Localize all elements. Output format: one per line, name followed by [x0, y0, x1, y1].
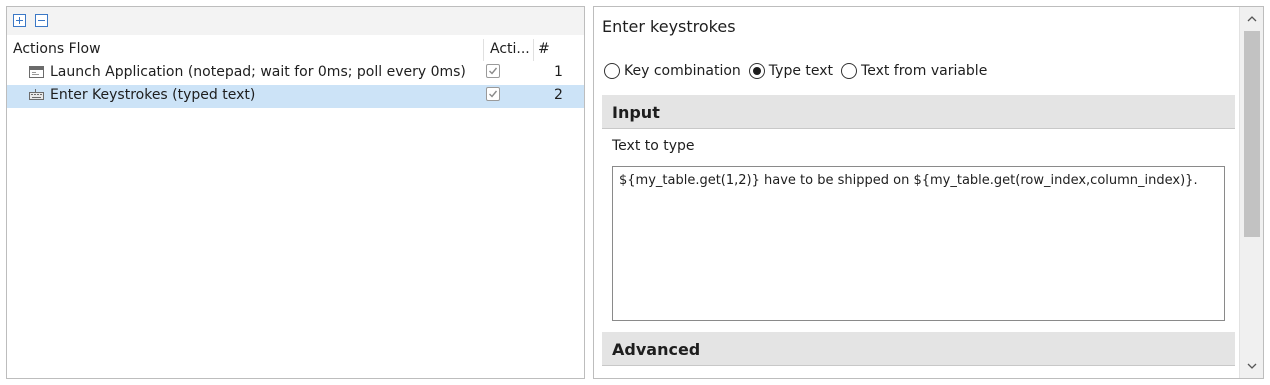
- input-mode-radio-group: Key combination Type text Text from vari…: [604, 63, 995, 79]
- radio-button[interactable]: [604, 63, 620, 79]
- tree-row-label: Enter Keystrokes (typed text): [50, 87, 256, 103]
- tree-row-number: 1: [554, 64, 563, 80]
- column-header-number[interactable]: #: [538, 41, 550, 57]
- column-divider[interactable]: [533, 39, 534, 61]
- radio-type-text[interactable]: Type text: [748, 63, 834, 79]
- application-window-icon: [29, 66, 44, 78]
- properties-panel: Enter keystrokes Key combination Type te…: [593, 6, 1264, 379]
- section-label: Input: [612, 103, 660, 122]
- actions-flow-panel: Actions Flow Acti... # Launch Applicatio…: [6, 6, 585, 379]
- tree-row-label: Launch Application (notepad; wait for 0m…: [50, 64, 466, 80]
- active-checkbox[interactable]: [486, 87, 500, 101]
- keyboard-icon: [29, 89, 44, 100]
- tree-row-launch-application[interactable]: Launch Application (notepad; wait for 0m…: [7, 62, 584, 85]
- scroll-down-icon[interactable]: [1246, 360, 1258, 372]
- column-header-actions-flow[interactable]: Actions Flow: [13, 41, 101, 57]
- text-to-type-input[interactable]: ${my_table.get(1,2)} have to be shipped …: [612, 166, 1225, 321]
- section-label: Advanced: [612, 340, 701, 359]
- column-header-active[interactable]: Acti...: [490, 41, 530, 57]
- column-divider[interactable]: [483, 39, 484, 61]
- properties-title: Enter keystrokes: [602, 17, 736, 36]
- tree-row-number: 2: [554, 87, 563, 103]
- scrollbar-thumb[interactable]: [1244, 31, 1260, 237]
- radio-button[interactable]: [748, 63, 765, 79]
- tree-toolbar: [7, 7, 584, 35]
- tree-row-enter-keystrokes[interactable]: Enter Keystrokes (typed text) 2: [7, 85, 584, 108]
- input-section-header[interactable]: Input: [602, 95, 1235, 129]
- tree-column-header: Actions Flow Acti... #: [7, 39, 584, 61]
- vertical-scrollbar[interactable]: [1239, 7, 1263, 378]
- scroll-up-icon[interactable]: [1246, 13, 1258, 25]
- active-checkbox[interactable]: [486, 64, 500, 78]
- advanced-section-header[interactable]: Advanced: [602, 332, 1235, 366]
- text-to-type-label: Text to type: [612, 138, 695, 154]
- radio-text-from-variable[interactable]: Text from variable: [841, 63, 987, 79]
- collapse-all-icon[interactable]: [35, 14, 48, 27]
- radio-label: Key combination: [624, 63, 741, 79]
- radio-button[interactable]: [841, 63, 858, 79]
- radio-key-combination[interactable]: Key combination: [604, 63, 741, 79]
- expand-all-icon[interactable]: [13, 14, 26, 27]
- radio-label: Type text: [768, 63, 834, 79]
- radio-label: Text from variable: [861, 63, 988, 79]
- actions-tree: Launch Application (notepad; wait for 0m…: [7, 62, 584, 108]
